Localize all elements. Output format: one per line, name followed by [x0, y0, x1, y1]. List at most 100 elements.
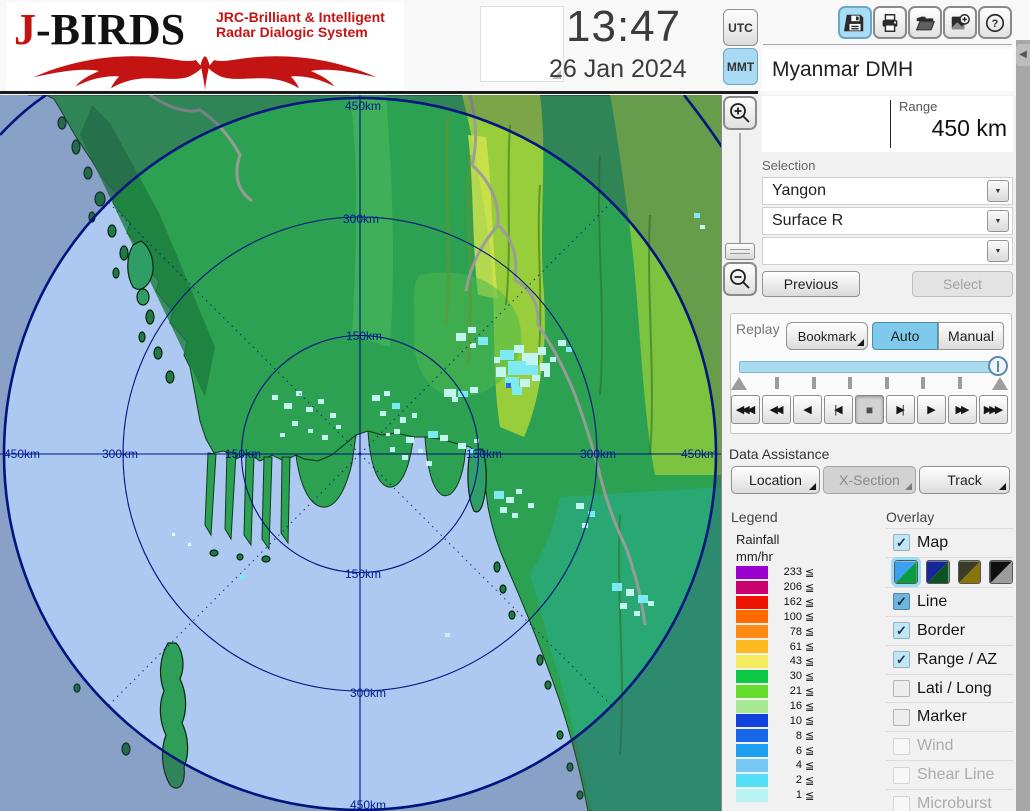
slider-start-marker[interactable] — [731, 377, 747, 390]
slider-tick — [958, 377, 962, 389]
legend-row: 61≦ — [736, 639, 822, 654]
print-button[interactable] — [873, 6, 907, 39]
play-reverse-button[interactable]: ◀ — [793, 395, 822, 424]
map-zoom-slider[interactable] — [732, 133, 748, 243]
stop-button[interactable]: ■ — [855, 395, 884, 424]
zoom-in-button[interactable] — [723, 96, 757, 130]
svg-text:300km: 300km — [350, 686, 386, 700]
bookmark-button[interactable]: Bookmark — [786, 322, 868, 350]
legend-row: 206≦ — [736, 580, 822, 595]
overlay-item-border[interactable]: ✓Border — [886, 617, 1013, 646]
legend-row: 6≦ — [736, 743, 822, 758]
legend-row: 21≦ — [736, 684, 822, 699]
map-style-swatch-4[interactable] — [989, 560, 1013, 584]
overlay-item-microburst: ✓Microburst — [886, 790, 1013, 811]
open-folder-button[interactable] — [908, 6, 942, 39]
zoom-out-button[interactable] — [723, 262, 757, 296]
checkbox-border[interactable]: ✓ — [893, 622, 910, 639]
overlay-item-line[interactable]: ✓Line — [886, 588, 1013, 617]
product-dropdown[interactable]: Surface R ▼ — [762, 207, 1013, 235]
rewind-button[interactable]: ◀◀ — [762, 395, 791, 424]
manual-button[interactable]: Manual — [938, 322, 1004, 350]
clock-date: 26 Jan 2024 — [549, 55, 729, 84]
rewind-fast-button[interactable]: ◀◀◀ — [731, 395, 760, 424]
slider-tick — [812, 377, 816, 389]
overlay-item-marker[interactable]: ✓Marker — [886, 703, 1013, 732]
checkbox-range-az[interactable]: ✓ — [893, 651, 910, 668]
slider-end-marker[interactable] — [992, 377, 1008, 390]
track-button[interactable]: Track — [919, 466, 1010, 494]
svg-text:450km: 450km — [681, 447, 717, 461]
overlay-item-lati-long[interactable]: ✓Lati / Long — [886, 675, 1013, 704]
help-button[interactable]: ? — [978, 6, 1012, 39]
legend-row: 78≦ — [736, 624, 822, 639]
slider-tick — [775, 377, 779, 389]
overlay-item-shear-line: ✓Shear Line — [886, 761, 1013, 790]
svg-text:450km: 450km — [345, 99, 381, 113]
select-button[interactable]: Select — [912, 271, 1013, 297]
clock-time: 13:47 — [566, 2, 726, 52]
legend-row: 1≦ — [736, 788, 822, 803]
corner-fold-icon — [857, 339, 864, 346]
app-logo: J-BIRDS JRC-Brilliant & Intelligent Rada… — [6, 2, 404, 90]
replay-time-slider[interactable] — [739, 361, 1003, 373]
panel-divider — [763, 44, 1012, 45]
checkbox-lati-long[interactable]: ✓ — [893, 680, 910, 697]
location-button[interactable]: Location — [731, 466, 820, 494]
header-divider — [0, 91, 758, 94]
play-button[interactable]: ▶ — [917, 395, 946, 424]
chevron-down-icon[interactable]: ▼ — [987, 240, 1009, 262]
replay-label: Replay — [736, 321, 780, 337]
save-button[interactable] — [838, 6, 872, 39]
data-assistance-label: Data Assistance — [729, 446, 829, 462]
map-style-swatch-1[interactable] — [894, 560, 918, 584]
map-zoom-slider-handle[interactable] — [725, 243, 755, 260]
step-forward-button[interactable]: ▶| — [886, 395, 915, 424]
svg-text:450km: 450km — [4, 447, 40, 461]
mmt-button[interactable]: MMT — [723, 48, 758, 85]
legend-row: 100≦ — [736, 610, 822, 625]
legend-row: 233≦ — [736, 565, 822, 580]
auto-button[interactable]: Auto — [872, 322, 938, 350]
legend-row: 43≦ — [736, 654, 822, 669]
svg-text:300km: 300km — [343, 212, 379, 226]
step-back-button[interactable]: |◀ — [824, 395, 853, 424]
zoom-in-icon — [728, 101, 752, 125]
overlay-label: Overlay — [886, 509, 934, 525]
map-edge — [721, 95, 722, 811]
checkbox-marker[interactable]: ✓ — [893, 709, 910, 726]
save-icon — [844, 12, 866, 34]
map-style-swatch-3[interactable] — [958, 560, 982, 584]
overlay-item-map[interactable]: ✓Map — [886, 529, 1013, 558]
previous-button[interactable]: Previous — [762, 271, 860, 297]
svg-text:300km: 300km — [580, 447, 616, 461]
utc-button[interactable]: UTC — [723, 9, 758, 46]
corner-fold-icon — [905, 483, 912, 490]
site-dropdown[interactable]: Yangon ▼ — [762, 177, 1013, 205]
collapse-arrow-icon[interactable]: ◀ — [1016, 44, 1030, 66]
slider-tick — [848, 377, 852, 389]
brand-j: J — [14, 5, 36, 54]
forward-fast-button[interactable]: ▶▶▶ — [979, 395, 1008, 424]
product-dropdown-value: Surface R — [763, 212, 987, 230]
svg-text:150km: 150km — [225, 447, 261, 461]
radar-map[interactable]: 450km 300km 150km 450km 300km 150km 150k… — [0, 95, 722, 811]
xsection-button[interactable]: X-Section — [823, 466, 916, 494]
chevron-down-icon[interactable]: ▼ — [987, 180, 1009, 202]
legend-row: 30≦ — [736, 669, 822, 684]
panel-collapse-strip[interactable] — [1016, 40, 1030, 811]
help-icon: ? — [984, 12, 1006, 34]
zoom-out-icon — [728, 267, 752, 291]
checkbox-map[interactable]: ✓ — [893, 534, 910, 551]
checkbox-line[interactable]: ✓ — [893, 593, 910, 610]
option-dropdown[interactable]: ▼ — [762, 237, 1013, 265]
forward-button[interactable]: ▶▶ — [948, 395, 977, 424]
overlay-item-range-az[interactable]: ✓Range / AZ — [886, 646, 1013, 675]
replay-slider-handle[interactable] — [988, 356, 1008, 376]
add-image-icon — [949, 12, 971, 34]
add-image-button[interactable] — [943, 6, 977, 39]
corner-fold-icon — [809, 483, 816, 490]
legend-row: 10≦ — [736, 713, 822, 728]
chevron-down-icon[interactable]: ▼ — [987, 210, 1009, 232]
map-style-swatch-2[interactable] — [926, 560, 950, 584]
